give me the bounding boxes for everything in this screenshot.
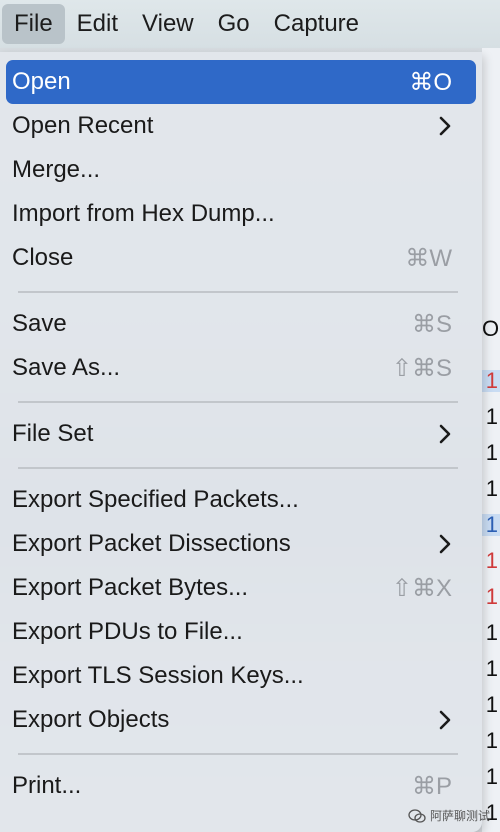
list-item: 1 <box>485 584 498 609</box>
watermark: 阿萨聊测试 <box>408 807 490 824</box>
shortcut-label: ⌘P <box>411 772 452 800</box>
chevron-right-icon <box>439 116 451 136</box>
menu-item-export-tls-keys[interactable]: Export TLS Session Keys... <box>6 654 476 698</box>
menu-item-export-pdus[interactable]: Export PDUs to File... <box>6 610 476 654</box>
shortcut-label: ⇧⌘X <box>391 574 452 602</box>
file-menu-dropdown: Open ⌘O Open Recent Merge... Import from… <box>0 52 482 832</box>
menu-item-export-packet-bytes[interactable]: Export Packet Bytes... ⇧⌘X <box>6 566 476 610</box>
menu-item-save-as[interactable]: Save As... ⇧⌘S <box>6 346 476 390</box>
menu-item-close[interactable]: Close ⌘W <box>6 236 476 280</box>
menu-separator <box>18 291 458 293</box>
menu-edit[interactable]: Edit <box>65 4 130 44</box>
menu-file[interactable]: File <box>2 4 65 44</box>
shortcut-label: ⌘O <box>409 68 452 96</box>
menu-item-open-recent[interactable]: Open Recent <box>6 104 476 148</box>
menu-separator <box>18 467 458 469</box>
list-item: 1 <box>485 548 498 573</box>
menu-item-print[interactable]: Print... ⌘P <box>6 764 476 808</box>
list-item: 1 <box>485 440 498 465</box>
menu-capture[interactable]: Capture <box>262 4 371 44</box>
chevron-right-icon <box>439 534 451 554</box>
menu-go[interactable]: Go <box>206 4 262 44</box>
list-item: 1 <box>485 476 498 501</box>
menu-item-export-specified-packets[interactable]: Export Specified Packets... <box>6 478 476 522</box>
menu-separator <box>18 401 458 403</box>
chevron-right-icon <box>439 424 451 444</box>
menu-item-file-set[interactable]: File Set <box>6 412 476 456</box>
list-item: 1 <box>485 764 498 789</box>
menu-item-export-packet-dissections[interactable]: Export Packet Dissections <box>6 522 476 566</box>
menu-item-open[interactable]: Open ⌘O <box>6 60 476 104</box>
menu-view[interactable]: View <box>130 4 206 44</box>
shortcut-label: ⌘S <box>411 310 452 338</box>
shortcut-label: ⌘W <box>405 244 452 272</box>
menu-item-import-hex-dump[interactable]: Import from Hex Dump... <box>6 192 476 236</box>
watermark-text: 阿萨聊测试 <box>429 809 490 823</box>
list-item: 1 <box>482 514 500 536</box>
wechat-icon <box>408 808 426 823</box>
shortcut-label: ⇧⌘S <box>391 354 452 382</box>
chevron-right-icon <box>439 710 451 730</box>
list-item: 1 <box>485 692 498 717</box>
list-item: 1 <box>485 728 498 753</box>
list-item: 1 <box>485 620 498 645</box>
menu-separator <box>18 753 458 755</box>
menu-item-export-objects[interactable]: Export Objects <box>6 698 476 742</box>
list-item: 1 <box>482 370 500 392</box>
list-item: 1 <box>485 404 498 429</box>
list-item: 1 <box>485 656 498 681</box>
menubar: File Edit View Go Capture <box>0 0 500 48</box>
menu-item-save[interactable]: Save ⌘S <box>6 302 476 346</box>
background-packet-list: O 1 1 1 1 1 1 1 1 1 1 1 1 1 <box>482 48 500 832</box>
menu-item-merge[interactable]: Merge... <box>6 148 476 192</box>
list-item: O <box>482 316 500 341</box>
